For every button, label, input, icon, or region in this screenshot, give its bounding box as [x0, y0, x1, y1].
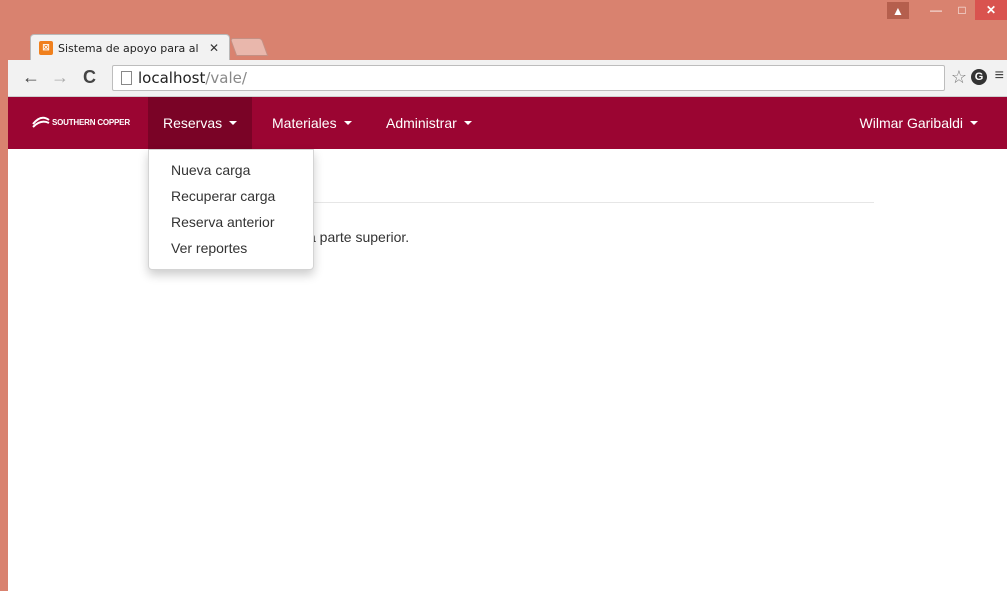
nav-user-menu[interactable]: Wilmar Garibaldi [845, 97, 993, 149]
url-path: /vale/ [205, 69, 247, 87]
body-text: a parte superior. [308, 229, 410, 245]
page-icon [121, 71, 132, 85]
nav-reservas-label: Reservas [163, 115, 223, 131]
new-tab-button[interactable] [229, 38, 269, 56]
xampp-icon: ⊠ [39, 41, 53, 55]
brand-logo[interactable]: SOUTHERN COPPER [32, 115, 130, 129]
tab-title: Sistema de apoyo para al [58, 41, 199, 55]
browser-tab[interactable]: ⊠ Sistema de apoyo para al ✕ [30, 34, 230, 61]
user-profile-icon[interactable]: ▲ [887, 2, 909, 19]
page-content: SOUTHERN COPPER Reservas Materiales Admi… [8, 97, 1007, 591]
address-bar[interactable]: localhost /vale/ [112, 65, 945, 91]
caret-down-icon [343, 121, 352, 125]
close-window-button[interactable]: ✕ [975, 0, 1007, 20]
brand-text: SOUTHERN COPPER [52, 117, 130, 127]
maximize-button[interactable]: □ [949, 0, 975, 20]
chrome-menu-icon[interactable]: ≡ [995, 67, 1004, 85]
tab-close-icon[interactable]: ✕ [209, 41, 219, 55]
nav-reservas[interactable]: Reservas [148, 97, 253, 149]
menu-item-reserva-anterior[interactable]: Reserva anterior [149, 209, 313, 235]
menu-item-ver-reportes[interactable]: Ver reportes [149, 235, 313, 261]
browser-toolbar: ← → C localhost /vale/ ☆ G ≡ [8, 60, 1007, 97]
nav-administrar[interactable]: Administrar [371, 97, 487, 149]
nav-administrar-label: Administrar [386, 115, 457, 131]
menu-item-nueva-carga[interactable]: Nueva carga [149, 157, 313, 183]
user-name: Wilmar Garibaldi [859, 115, 963, 131]
southern-copper-logo-icon [32, 116, 50, 128]
nav-materiales-label: Materiales [272, 115, 337, 131]
minimize-button[interactable]: — [923, 0, 949, 20]
caret-down-icon [970, 121, 978, 125]
navbar: SOUTHERN COPPER Reservas Materiales Admi… [8, 97, 1007, 149]
forward-arrow-icon[interactable]: → [51, 67, 69, 88]
back-arrow-icon[interactable]: ← [22, 67, 40, 88]
caret-down-icon [463, 121, 472, 125]
reload-icon[interactable]: C [83, 67, 96, 88]
reservas-dropdown-menu: Nueva carga Recuperar carga Reserva ante… [148, 149, 314, 270]
bookmark-star-icon[interactable]: ☆ [951, 67, 967, 88]
url-host: localhost [138, 69, 206, 87]
extension-icon[interactable]: G [971, 69, 987, 85]
nav-materiales[interactable]: Materiales [257, 97, 367, 149]
caret-down-icon [229, 121, 238, 125]
menu-item-recuperar-carga[interactable]: Recuperar carga [149, 183, 313, 209]
